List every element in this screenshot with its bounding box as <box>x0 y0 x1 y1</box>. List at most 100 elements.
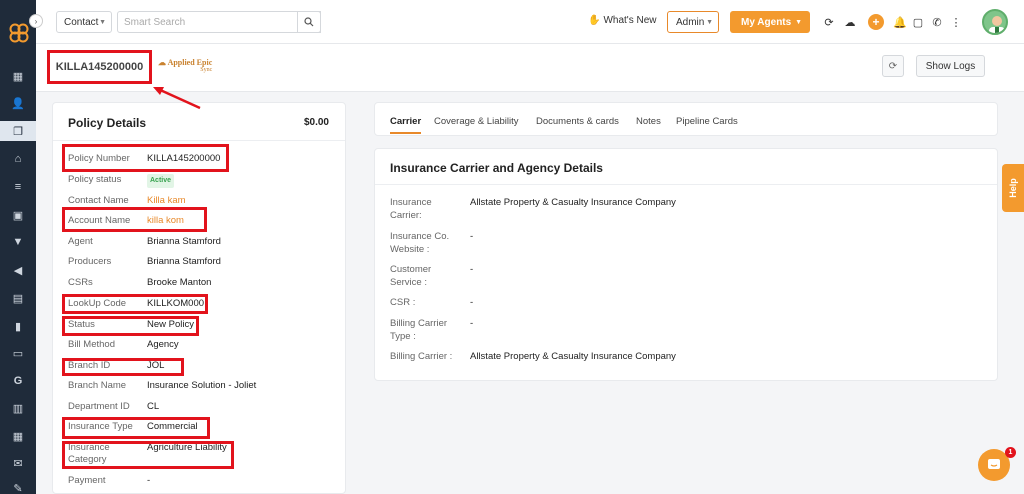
help-tab[interactable]: Help <box>1002 164 1024 212</box>
smart-search-input[interactable] <box>117 11 321 33</box>
list-icon[interactable]: ≡ <box>0 177 36 197</box>
highlight-box <box>62 358 184 376</box>
sync-refresh-button[interactable]: ⟳ <box>882 55 904 77</box>
refresh-icon: ⟳ <box>888 60 898 72</box>
google-icon[interactable]: G <box>0 371 36 391</box>
field-label: Insurance Carrier: <box>390 197 432 221</box>
tab-carrier[interactable]: Carrier <box>390 116 421 127</box>
contact-name-link[interactable]: Killa kam <box>147 195 186 207</box>
email-icon[interactable]: ✉ <box>0 453 36 473</box>
annotation-arrow-icon <box>153 87 201 110</box>
highlight-box <box>62 207 207 232</box>
calculator-icon[interactable]: ▥ <box>0 398 36 418</box>
policy-amount: $0.00 <box>303 117 329 128</box>
status-badge: Active <box>147 174 175 188</box>
tab-coverage-liability[interactable]: Coverage & Liability <box>434 116 519 127</box>
filter-icon[interactable]: ▼ <box>0 232 36 252</box>
app-logo-icon[interactable] <box>8 22 30 44</box>
field-label: Agent <box>68 236 93 247</box>
cloud-icon[interactable]: ☁ <box>842 14 858 30</box>
field-value: - <box>147 475 151 486</box>
chat-icon <box>988 459 1000 469</box>
chevron-down-icon: ▼ <box>99 18 106 26</box>
highlight-box <box>62 294 208 314</box>
highlight-box <box>62 316 199 336</box>
sidebar: ▦ 👤 ❐ ⌂ ≡ ▣ ▼ ◀ ▤ ▮ ▭ G ▥ ▦ ✉ ✎ <box>0 0 36 494</box>
field-row: Bill Method Agency <box>68 339 338 355</box>
field-value: Allstate Property & Casualty Insurance C… <box>470 197 676 208</box>
chat-unread-badge: 1 <box>1005 447 1016 458</box>
help-label: Help <box>1007 178 1018 198</box>
field-row: Department ID CL <box>68 401 338 417</box>
my-agents-label: My Agents <box>741 16 792 28</box>
policy-details-card: Policy Details $0.00 Policy Number KILLA… <box>52 102 346 494</box>
divider <box>375 184 997 185</box>
sidebar-toggle-icon[interactable]: › <box>29 14 43 28</box>
id-card-icon[interactable]: ▣ <box>0 205 36 225</box>
field-value: - <box>470 297 474 308</box>
divider <box>53 140 345 141</box>
field-label: Payment <box>68 475 106 486</box>
folder-icon[interactable]: ▭ <box>0 343 36 363</box>
field-value: Allstate Property & Casualty Insurance C… <box>470 351 676 362</box>
field-value: Brooke Manton <box>147 277 212 288</box>
avatar[interactable] <box>982 9 1008 35</box>
field-label: Producers <box>68 256 112 267</box>
carrier-details-card: Insurance Carrier and Agency Details Ins… <box>374 148 998 381</box>
phone-icon[interactable]: ✆ <box>929 14 945 30</box>
search-button[interactable] <box>297 11 321 33</box>
brand-sub: Sync <box>200 67 213 73</box>
field-row: Branch Name Insurance Solution - Joliet <box>68 380 338 396</box>
field-value: - <box>470 231 474 242</box>
brand-name: Applied Epic <box>167 58 213 67</box>
reports-icon[interactable]: ▮ <box>0 316 36 336</box>
chevron-down-icon: ▼ <box>706 18 713 26</box>
document-icon[interactable]: ▤ <box>0 288 36 308</box>
tab-notes[interactable]: Notes <box>636 116 661 127</box>
contact-type-select[interactable]: Contact ▼ <box>56 11 112 33</box>
signature-icon[interactable]: ✎ <box>0 478 36 494</box>
field-value: CL <box>147 401 160 412</box>
field-value: - <box>470 318 474 329</box>
refresh-icon[interactable]: ⟳ <box>821 14 837 30</box>
field-row: Agent Brianna Stamford <box>68 236 338 252</box>
applied-epic-logo: ☁ Applied Epic Sync <box>158 58 212 73</box>
contact-select-label: Contact <box>64 16 99 28</box>
field-label: Department ID <box>68 401 130 412</box>
plus-icon[interactable]: + <box>868 14 884 30</box>
bank-icon[interactable]: ⌂ <box>0 149 36 169</box>
field-label: CSR : <box>390 297 416 308</box>
show-logs-button[interactable]: Show Logs <box>916 55 985 77</box>
bell-icon[interactable]: 🔔 <box>892 14 908 30</box>
field-value: Active <box>147 174 175 188</box>
field-row: Policy status Active <box>68 174 338 190</box>
field-label: Insurance Co. Website : <box>390 231 450 255</box>
user-avatar-icon <box>989 16 1005 33</box>
policies-icon[interactable]: ❐ <box>0 121 36 141</box>
my-agents-button[interactable]: My Agents ▼ <box>730 11 810 33</box>
hand-icon: ✋ <box>588 15 601 26</box>
policy-details-title: Policy Details <box>68 116 147 130</box>
policy-tabs: Carrier Coverage & Liability Documents &… <box>374 102 998 136</box>
tab-documents-cards[interactable]: Documents & cards <box>536 116 619 127</box>
calendar-icon[interactable]: ▦ <box>0 426 36 446</box>
contacts-icon[interactable]: 👤 <box>0 93 36 113</box>
highlight-box <box>62 417 210 439</box>
field-row: Payment - <box>68 475 338 491</box>
more-icon[interactable]: ⋮ <box>948 14 964 30</box>
dashboard-icon[interactable]: ▦ <box>0 66 36 86</box>
field-value: Agency <box>147 339 179 350</box>
tab-pipeline-cards[interactable]: Pipeline Cards <box>676 116 738 127</box>
search-icon <box>304 17 314 27</box>
whats-new-link[interactable]: ✋ What's New <box>588 15 657 26</box>
whats-new-label: What's New <box>603 15 657 26</box>
highlight-box <box>62 441 234 469</box>
highlight-box <box>62 144 229 172</box>
field-value: Insurance Solution - Joliet <box>147 380 257 391</box>
megaphone-icon[interactable]: ◀ <box>0 260 36 280</box>
message-icon[interactable]: ▢ <box>910 14 926 30</box>
field-label: Policy status <box>68 174 122 185</box>
top-bar: Contact ▼ ✋ What's New Admin ▼ My Agents… <box>36 0 1024 44</box>
field-label: CSRs <box>68 277 93 288</box>
admin-dropdown[interactable]: Admin ▼ <box>667 11 719 33</box>
